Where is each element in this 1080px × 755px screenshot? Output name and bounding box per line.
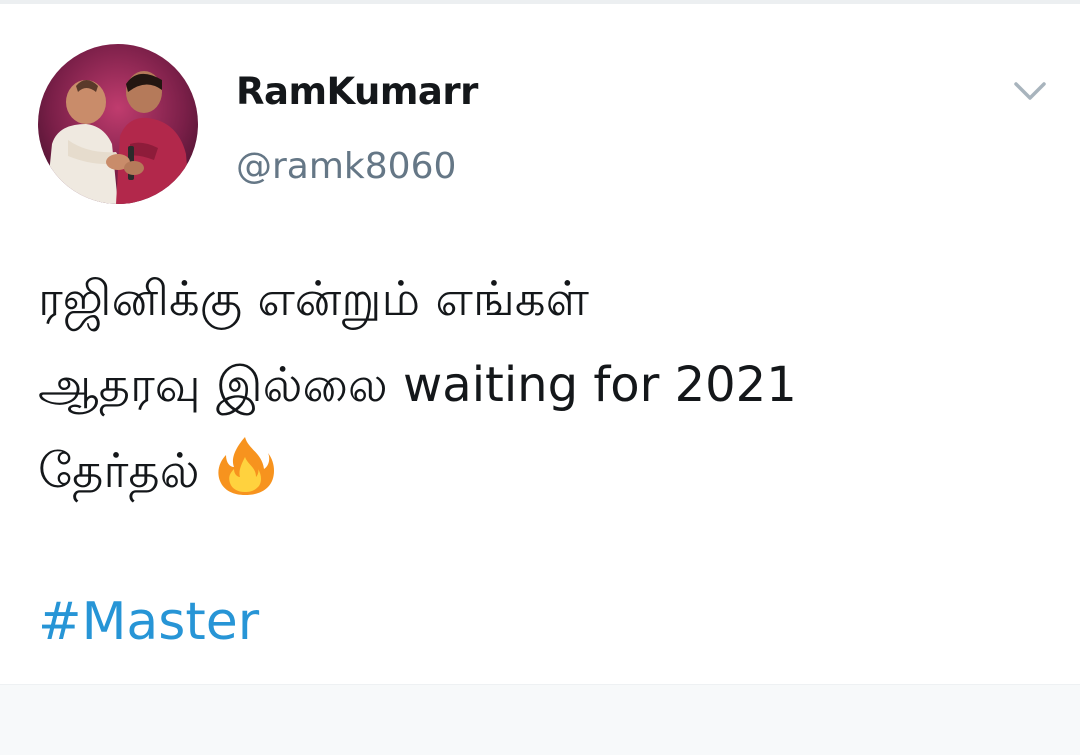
avatar-photo bbox=[38, 44, 198, 204]
chevron-down-icon bbox=[1014, 82, 1046, 100]
tweet-text-line: ரஜினிக்கு என்றும் எங்கள் bbox=[38, 271, 589, 327]
user-avatar[interactable] bbox=[38, 44, 198, 204]
tweet-text-line: தேர்தல் bbox=[38, 443, 200, 499]
tweet-card[interactable]: RamKumarr @ramk8060 ரஜினிக்கு என்றும் எங… bbox=[0, 4, 1080, 684]
tweet-footer bbox=[0, 684, 1080, 755]
fire-emoji-icon bbox=[212, 435, 278, 497]
tweet-text: ரஜினிக்கு என்றும் எங்கள் ஆதரவு இல்லை wai… bbox=[38, 256, 1048, 514]
display-name[interactable]: RamKumarr bbox=[236, 70, 478, 113]
tweet-text-line-with-emoji: தேர்தல் bbox=[38, 428, 1048, 514]
tweet-text-line: ஆதரவு இல்லை waiting for 2021 bbox=[38, 357, 797, 413]
user-handle[interactable]: @ramk8060 bbox=[236, 146, 456, 187]
more-menu-button[interactable] bbox=[1008, 74, 1052, 110]
hashtag-link[interactable]: #Master bbox=[38, 592, 259, 652]
